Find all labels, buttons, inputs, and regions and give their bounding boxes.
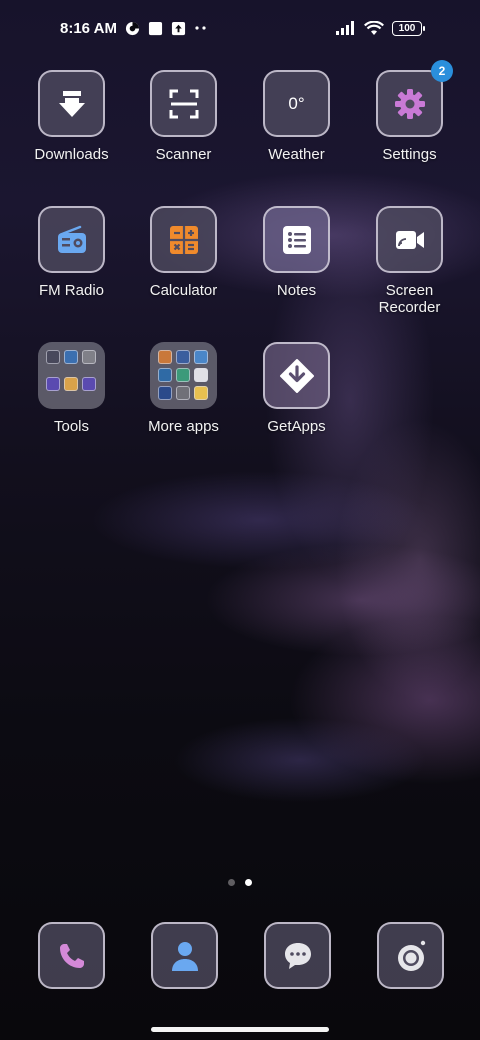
folder-app-thumb <box>194 386 208 400</box>
app-calculator[interactable]: Calculator <box>127 206 240 300</box>
app-weather[interactable]: 0° Weather <box>240 70 353 164</box>
app-getapps[interactable]: GetApps <box>240 342 353 436</box>
app-label: Screen Recorder <box>378 282 441 316</box>
app-label: Downloads <box>34 146 109 163</box>
folder-app-thumb <box>158 368 172 382</box>
dock <box>0 922 480 989</box>
more-apps-folder-icon[interactable] <box>150 342 217 409</box>
upload-notification-icon <box>171 21 186 36</box>
folder-more-apps[interactable]: More apps <box>127 342 240 436</box>
signal-icon <box>336 21 356 35</box>
app-label: More apps <box>148 418 219 435</box>
messages-app-icon[interactable] <box>264 922 331 989</box>
app-label: Settings <box>382 146 437 163</box>
contacts-icon <box>171 941 198 971</box>
settings-app-icon[interactable]: 2 <box>376 60 453 137</box>
contacts-app-icon[interactable] <box>151 922 218 989</box>
folder-app-thumb <box>176 350 190 364</box>
tools-folder-icon[interactable] <box>38 342 105 409</box>
folder-app-thumb <box>194 350 208 364</box>
camera-app-icon[interactable] <box>377 922 444 989</box>
wifi-icon <box>364 20 384 36</box>
app-fm-radio[interactable]: FM Radio <box>15 206 128 300</box>
data-saver-icon <box>125 21 140 36</box>
app-notes[interactable]: Notes <box>240 206 353 300</box>
folder-tools[interactable]: Tools <box>15 342 128 436</box>
app-settings[interactable]: 2 Settings <box>353 60 466 164</box>
calculator-app-icon[interactable] <box>150 206 217 273</box>
app-downloads[interactable]: Downloads <box>15 70 128 164</box>
scanner-app-icon[interactable] <box>150 70 217 137</box>
screen-recorder-icon <box>395 230 424 249</box>
folder-app-thumb <box>64 377 78 391</box>
battery-icon: 100 <box>392 20 425 36</box>
gear-icon <box>394 88 425 119</box>
folder-app-thumb <box>176 368 190 382</box>
notes-icon <box>282 225 311 254</box>
radio-icon <box>57 225 86 253</box>
chat-icon <box>284 942 311 969</box>
square-notification-icon <box>148 21 163 36</box>
page-dot[interactable] <box>228 879 235 886</box>
calculator-icon <box>169 225 198 254</box>
phone-app-icon[interactable] <box>38 922 105 989</box>
downloads-app-icon[interactable] <box>38 70 105 137</box>
folder-app-thumb <box>46 377 60 391</box>
notification-badge: 2 <box>431 60 453 82</box>
phone-icon <box>59 943 84 968</box>
getapps-icon <box>279 358 314 393</box>
getapps-app-icon[interactable] <box>263 342 330 409</box>
folder-app-thumb <box>82 377 96 391</box>
app-label: GetApps <box>267 418 326 435</box>
weather-app-icon[interactable]: 0° <box>263 70 330 137</box>
app-label: Notes <box>276 282 317 299</box>
folder-app-thumb <box>176 386 190 400</box>
notes-app-icon[interactable] <box>263 206 330 273</box>
app-screen-recorder[interactable]: Screen Recorder <box>353 206 466 316</box>
app-label: Weather <box>268 146 325 163</box>
page-indicator[interactable] <box>0 879 480 886</box>
weather-temperature: 0° <box>288 93 305 113</box>
fm-radio-app-icon[interactable] <box>38 206 105 273</box>
download-icon <box>58 90 85 117</box>
folder-app-thumb <box>64 350 78 364</box>
app-label: Tools <box>53 418 90 435</box>
battery-level: 100 <box>398 22 416 34</box>
scan-icon <box>169 89 198 118</box>
app-label: Calculator <box>149 282 218 299</box>
folder-app-thumb <box>46 350 60 364</box>
status-bar: 8:16 AM 100 <box>0 0 480 56</box>
folder-app-thumb <box>194 368 208 382</box>
status-time: 8:16 AM <box>60 19 117 37</box>
app-scanner[interactable]: Scanner <box>127 70 240 164</box>
folder-app-thumb <box>82 350 96 364</box>
app-label: Scanner <box>155 146 212 163</box>
folder-app-thumb <box>158 350 172 364</box>
app-label: FM Radio <box>38 282 105 299</box>
page-dot-active[interactable] <box>245 879 252 886</box>
more-dots-icon <box>194 25 208 31</box>
screen-recorder-app-icon[interactable] <box>376 206 443 273</box>
folder-app-thumb <box>158 386 172 400</box>
home-indicator[interactable] <box>151 1027 329 1032</box>
camera-icon <box>397 940 425 971</box>
